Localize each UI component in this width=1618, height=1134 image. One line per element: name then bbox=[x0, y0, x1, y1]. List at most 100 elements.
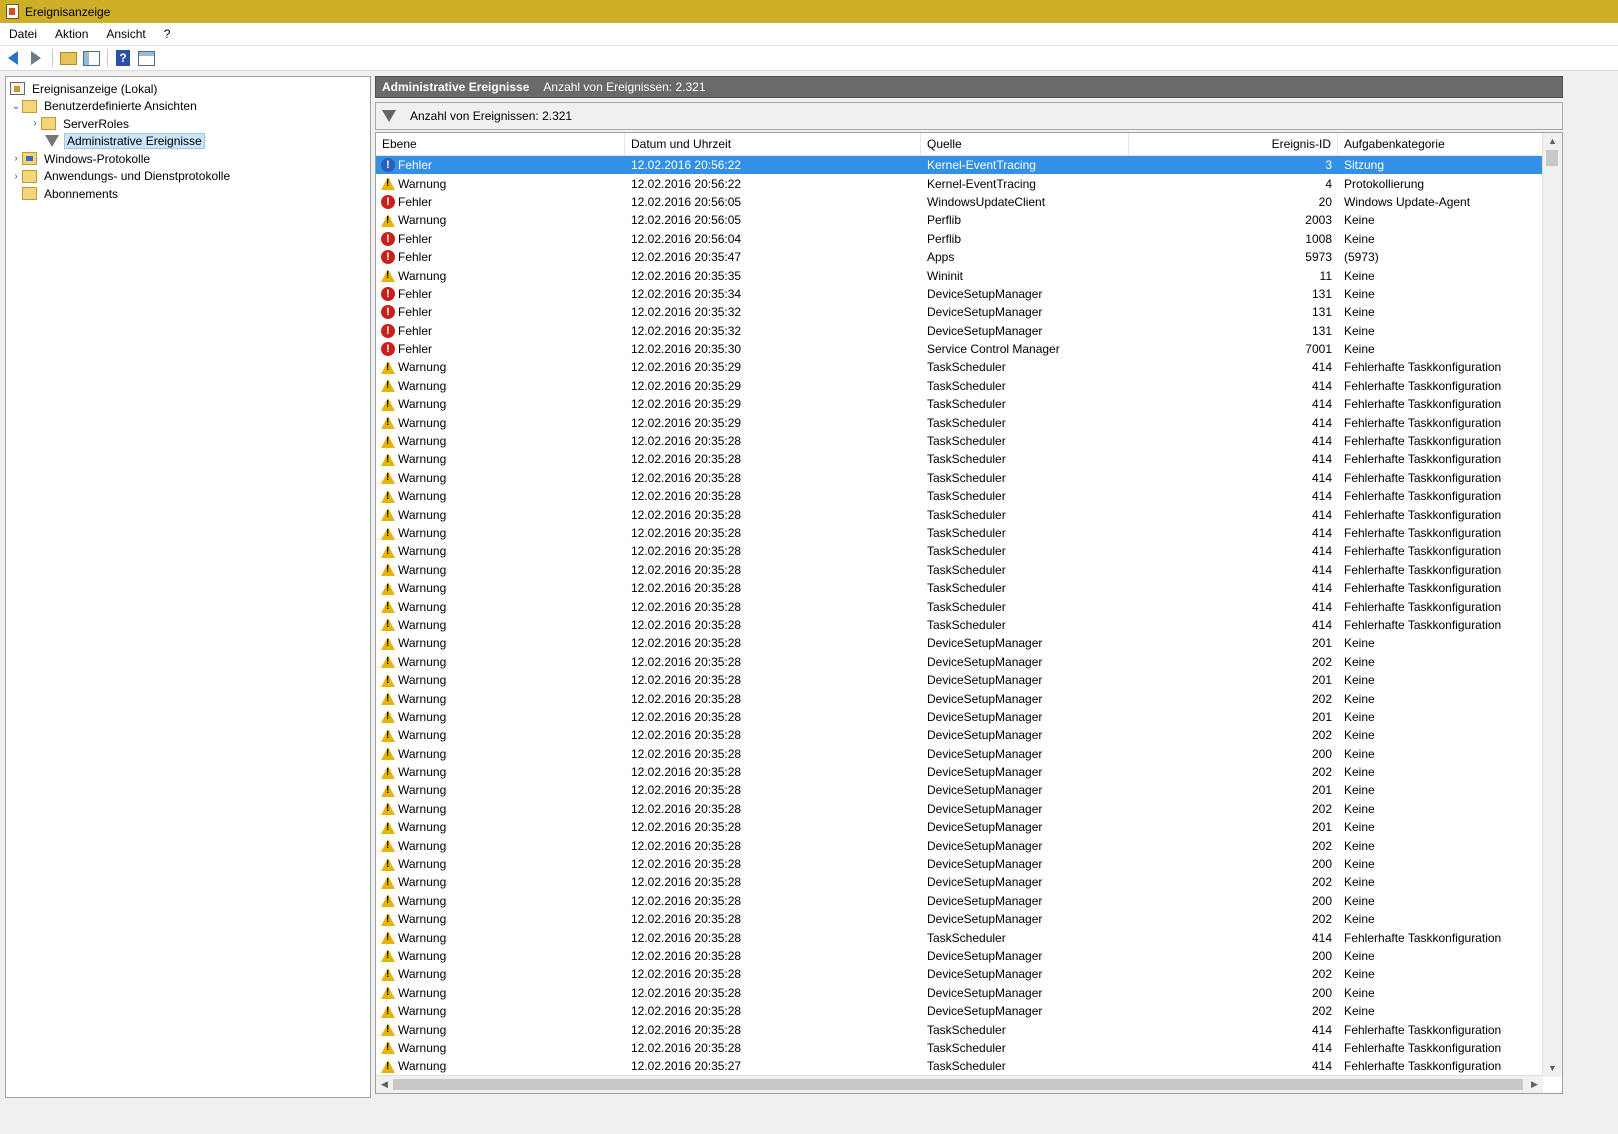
table-row[interactable]: Warnung 12.02.2016 20:35:28 DeviceSetupMan… bbox=[376, 818, 1543, 836]
horizontal-scrollbar[interactable]: ◀ ▶ bbox=[376, 1075, 1543, 1093]
scroll-thumb[interactable] bbox=[393, 1079, 1523, 1090]
table-row[interactable]: Warnung 12.02.2016 20:35:28 DeviceSetupMan… bbox=[376, 653, 1543, 671]
table-row[interactable]: Warnung 12.02.2016 20:35:28 DeviceSetupMan… bbox=[376, 726, 1543, 744]
table-row[interactable]: Fehler 12.02.2016 20:56:22 Kernel-EventTra… bbox=[376, 156, 1543, 175]
column-header-event-id[interactable]: Ereignis-ID bbox=[1129, 133, 1338, 155]
tree-item-server-roles[interactable]: › ServerRoles bbox=[6, 115, 370, 133]
table-row[interactable]: Warnung 12.02.2016 20:35:27 TaskScheduler 4… bbox=[376, 1057, 1543, 1075]
cell-level: Warnung bbox=[376, 894, 625, 908]
table-row[interactable]: Warnung 12.02.2016 20:35:28 DeviceSetupMan… bbox=[376, 781, 1543, 799]
table-row[interactable]: Warnung 12.02.2016 20:35:28 DeviceSetupMan… bbox=[376, 671, 1543, 689]
scroll-thumb[interactable] bbox=[1546, 150, 1558, 166]
show-hide-tree-icon[interactable] bbox=[82, 49, 100, 67]
cell-category: Fehlerhafte Taskkonfiguration bbox=[1344, 378, 1502, 393]
chevron-down-icon[interactable]: ⌄ bbox=[10, 101, 22, 112]
chevron-right-icon[interactable]: › bbox=[29, 118, 41, 129]
menu-datei[interactable]: Datei bbox=[0, 27, 46, 41]
vertical-scrollbar[interactable]: ▲ ▼ bbox=[1542, 133, 1562, 1077]
help-icon[interactable]: ? bbox=[114, 49, 132, 67]
table-row[interactable]: Warnung 12.02.2016 20:35:29 TaskScheduler 4… bbox=[376, 358, 1543, 376]
table-row[interactable]: Warnung 12.02.2016 20:35:28 TaskScheduler 4… bbox=[376, 597, 1543, 615]
table-row[interactable]: Warnung 12.02.2016 20:35:35 Wininit 11 Keine bbox=[376, 266, 1543, 284]
table-header: Ebene Datum und Uhrzeit Quelle Ereignis-… bbox=[376, 133, 1543, 156]
table-row[interactable]: Warnung 12.02.2016 20:56:05 Perflib 2003 Kei… bbox=[376, 211, 1543, 229]
table-row[interactable]: Warnung 12.02.2016 20:35:28 DeviceSetupMan… bbox=[376, 634, 1543, 652]
table-row[interactable]: Warnung 12.02.2016 20:35:28 DeviceSetupMan… bbox=[376, 855, 1543, 873]
show-hide-action-pane-icon[interactable] bbox=[137, 49, 155, 67]
menu-aktion[interactable]: Aktion bbox=[46, 27, 97, 41]
table-row[interactable]: Warnung 12.02.2016 20:35:28 TaskScheduler 4… bbox=[376, 487, 1543, 505]
cell-source: DeviceSetupManager bbox=[927, 967, 1043, 982]
table-row[interactable]: Warnung 12.02.2016 20:35:28 DeviceSetupMan… bbox=[376, 689, 1543, 707]
cell-category: Keine bbox=[1344, 342, 1375, 357]
table-row[interactable]: Warnung 12.02.2016 20:35:28 DeviceSetupMan… bbox=[376, 947, 1543, 965]
level-text: Warnung bbox=[398, 415, 447, 430]
back-arrow-icon[interactable] bbox=[4, 49, 22, 67]
table-row[interactable]: Warnung 12.02.2016 20:35:28 DeviceSetupMan… bbox=[376, 763, 1543, 781]
level-text: Warnung bbox=[398, 948, 447, 963]
table-row[interactable]: Warnung 12.02.2016 20:35:29 TaskScheduler 4… bbox=[376, 413, 1543, 431]
table-row[interactable]: Warnung 12.02.2016 20:35:28 TaskScheduler 4… bbox=[376, 524, 1543, 542]
table-row[interactable]: Warnung 12.02.2016 20:35:28 DeviceSetupMan… bbox=[376, 873, 1543, 891]
table-row[interactable]: Warnung 12.02.2016 20:35:28 DeviceSetupMan… bbox=[376, 708, 1543, 726]
column-header-level[interactable]: Ebene bbox=[376, 133, 625, 155]
table-row[interactable]: Warnung 12.02.2016 20:35:28 TaskScheduler 4… bbox=[376, 928, 1543, 946]
menu-ansicht[interactable]: Ansicht bbox=[97, 27, 154, 41]
cell-date: 12.02.2016 20:35:28 bbox=[631, 1004, 742, 1019]
level-text: Warnung bbox=[398, 636, 447, 651]
table-row[interactable]: Warnung 12.02.2016 20:35:28 DeviceSetupMan… bbox=[376, 965, 1543, 983]
table-row[interactable]: Warnung 12.02.2016 20:35:28 TaskScheduler 4… bbox=[376, 432, 1543, 450]
scroll-left-icon[interactable]: ◀ bbox=[376, 1076, 393, 1093]
table-row[interactable]: Warnung 12.02.2016 20:35:28 DeviceSetupMan… bbox=[376, 745, 1543, 763]
chevron-right-icon[interactable]: › bbox=[10, 171, 22, 182]
table-row[interactable]: Warnung 12.02.2016 20:35:28 TaskScheduler 4… bbox=[376, 579, 1543, 597]
table-row[interactable]: Fehler 12.02.2016 20:35:32 DeviceSetupMana… bbox=[376, 322, 1543, 340]
table-row[interactable]: Fehler 12.02.2016 20:56:05 WindowsUpdateCl… bbox=[376, 193, 1543, 211]
up-folder-icon[interactable] bbox=[59, 49, 77, 67]
table-row[interactable]: Warnung 12.02.2016 20:35:28 TaskScheduler 4… bbox=[376, 469, 1543, 487]
cell-date: 12.02.2016 20:35:28 bbox=[631, 820, 742, 835]
table-row[interactable]: Warnung 12.02.2016 20:35:28 TaskScheduler 4… bbox=[376, 1020, 1543, 1038]
tree-item-windows-logs[interactable]: › Windows-Protokolle bbox=[6, 150, 370, 168]
table-row[interactable]: Warnung 12.02.2016 20:35:28 DeviceSetupMan… bbox=[376, 984, 1543, 1002]
table-row[interactable]: Warnung 12.02.2016 20:35:28 TaskScheduler 4… bbox=[376, 450, 1543, 468]
scroll-up-icon[interactable]: ▲ bbox=[1543, 133, 1562, 150]
filter-icon bbox=[382, 110, 396, 122]
table-row[interactable]: Fehler 12.02.2016 20:35:32 DeviceSetupMana… bbox=[376, 303, 1543, 321]
table-row[interactable]: Fehler 12.02.2016 20:56:04 Perflib 1008 Kein… bbox=[376, 230, 1543, 248]
cell-category: Keine bbox=[1344, 948, 1375, 963]
column-header-category[interactable]: Aufgabenkategorie bbox=[1338, 133, 1543, 155]
forward-arrow-icon[interactable] bbox=[27, 49, 45, 67]
table-row[interactable]: Warnung 12.02.2016 20:35:28 TaskScheduler 4… bbox=[376, 561, 1543, 579]
table-row[interactable]: Warnung 12.02.2016 20:35:29 TaskScheduler 4… bbox=[376, 395, 1543, 413]
table-row[interactable]: Warnung 12.02.2016 20:56:22 Kernel-EventTr… bbox=[376, 174, 1543, 192]
menu-help[interactable]: ? bbox=[155, 27, 180, 41]
scroll-right-icon[interactable]: ▶ bbox=[1526, 1076, 1543, 1093]
warning-icon bbox=[381, 710, 395, 724]
tree-item-root[interactable]: Ereignisanzeige (Lokal) bbox=[6, 80, 370, 98]
tree-item-admin-events[interactable]: Administrative Ereignisse bbox=[6, 133, 370, 151]
chevron-right-icon[interactable]: › bbox=[10, 153, 22, 164]
tree-item-app-service-logs[interactable]: › Anwendungs- und Dienstprotokolle bbox=[6, 168, 370, 186]
table-row[interactable]: Warnung 12.02.2016 20:35:28 TaskScheduler 4… bbox=[376, 542, 1543, 560]
column-header-date[interactable]: Datum und Uhrzeit bbox=[625, 133, 921, 155]
table-row[interactable]: Warnung 12.02.2016 20:35:28 TaskScheduler 4… bbox=[376, 616, 1543, 634]
tree-item-custom-views[interactable]: ⌄ Benutzerdefinierte Ansichten bbox=[6, 98, 370, 116]
table-row[interactable]: Fehler 12.02.2016 20:35:47 Apps 5973 (5973) bbox=[376, 248, 1543, 266]
table-row[interactable]: Fehler 12.02.2016 20:35:30 Service Control… bbox=[376, 340, 1543, 358]
table-row[interactable]: Warnung 12.02.2016 20:35:28 DeviceSetupMan… bbox=[376, 910, 1543, 928]
tree-item-subscriptions[interactable]: Abonnements bbox=[6, 185, 370, 203]
column-header-source[interactable]: Quelle bbox=[921, 133, 1129, 155]
table-row[interactable]: Warnung 12.02.2016 20:35:28 DeviceSetupMan… bbox=[376, 800, 1543, 818]
table-row[interactable]: Warnung 12.02.2016 20:35:28 DeviceSetupMan… bbox=[376, 892, 1543, 910]
scroll-down-icon[interactable]: ▼ bbox=[1543, 1060, 1562, 1077]
table-row[interactable]: Warnung 12.02.2016 20:35:28 DeviceSetupMan… bbox=[376, 1002, 1543, 1020]
table-row[interactable]: Warnung 12.02.2016 20:35:29 TaskScheduler 4… bbox=[376, 377, 1543, 395]
table-row[interactable]: Warnung 12.02.2016 20:35:28 TaskScheduler 4… bbox=[376, 505, 1543, 523]
cell-category: Keine bbox=[1344, 673, 1375, 688]
cell-event-id: 202 bbox=[1311, 765, 1332, 780]
level-text: Warnung bbox=[398, 489, 447, 504]
table-row[interactable]: Warnung 12.02.2016 20:35:28 TaskScheduler 4… bbox=[376, 1039, 1543, 1057]
table-row[interactable]: Fehler 12.02.2016 20:35:34 DeviceSetupMana… bbox=[376, 285, 1543, 303]
table-row[interactable]: Warnung 12.02.2016 20:35:28 DeviceSetupMan… bbox=[376, 836, 1543, 854]
